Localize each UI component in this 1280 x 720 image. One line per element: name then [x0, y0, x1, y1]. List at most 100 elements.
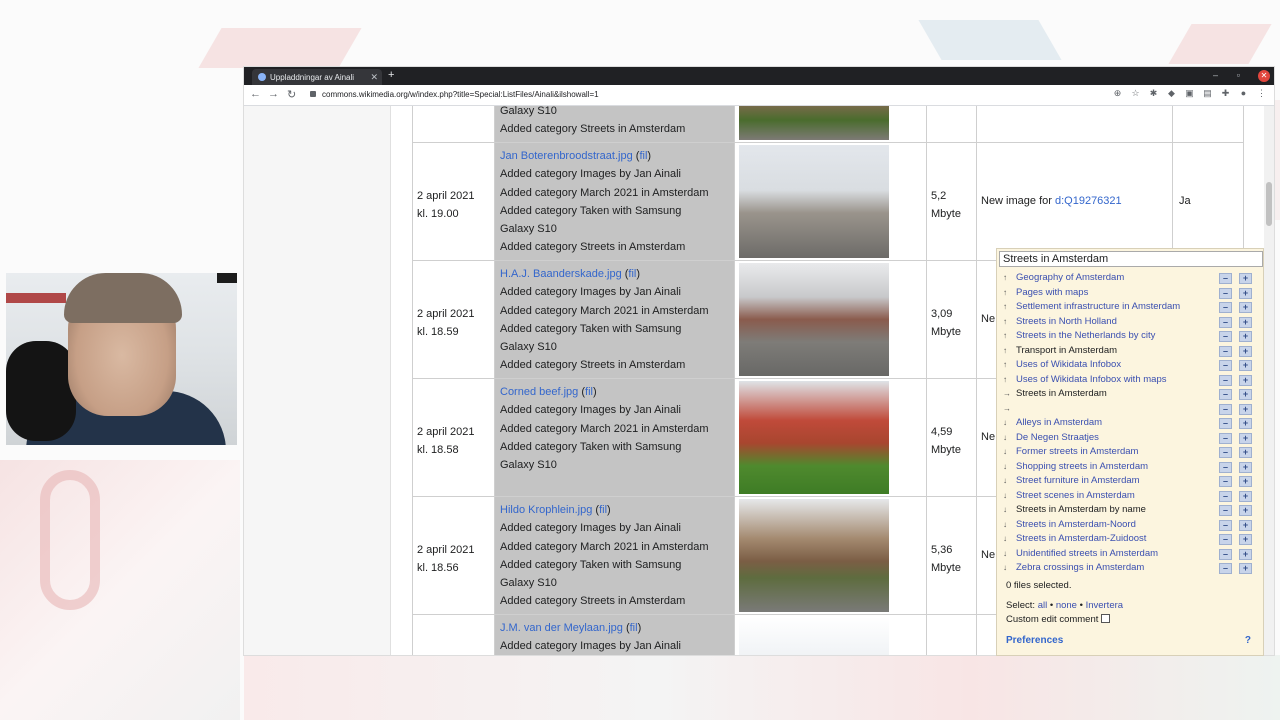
- forward-arrow-icon[interactable]: →: [268, 88, 279, 100]
- add-category-button[interactable]: +: [1239, 403, 1252, 415]
- thumbnail-image[interactable]: [739, 106, 889, 140]
- category-link[interactable]: Streets in Amsterdam-Noord: [1016, 518, 1136, 533]
- add-category-button[interactable]: +: [1239, 447, 1252, 458]
- window-close-button[interactable]: ✕: [1258, 70, 1270, 82]
- file-link[interactable]: H.A.J. Baanderskade.jpg: [500, 268, 622, 280]
- category-link[interactable]: Streets in Amsterdam by name: [1016, 503, 1146, 518]
- custom-comment-checkbox[interactable]: [1101, 614, 1111, 623]
- remove-category-button[interactable]: –: [1219, 461, 1232, 473]
- remove-category-button[interactable]: –: [1219, 345, 1232, 357]
- add-category-button[interactable]: +: [1239, 287, 1252, 299]
- category-link[interactable]: Streets in the Netherlands by city: [1016, 329, 1155, 344]
- preferences-link[interactable]: Preferences: [1006, 635, 1063, 646]
- thumbnail-image[interactable]: [739, 617, 889, 655]
- category-link[interactable]: Streets in Amsterdam-Zuidoost: [1016, 532, 1146, 547]
- remove-category-button[interactable]: –: [1219, 563, 1232, 574]
- scrollbar-thumb[interactable]: [1266, 182, 1272, 226]
- remove-category-button[interactable]: –: [1219, 374, 1232, 386]
- remove-category-button[interactable]: –: [1219, 534, 1232, 545]
- add-category-button[interactable]: +: [1239, 302, 1252, 313]
- zoom-icon[interactable]: ⊕: [1113, 89, 1122, 98]
- remove-category-button[interactable]: –: [1219, 519, 1232, 531]
- extension-icon[interactable]: ▤: [1203, 89, 1212, 98]
- add-category-button[interactable]: +: [1239, 273, 1252, 284]
- category-link[interactable]: Settlement infrastructure in Amsterdam: [1016, 300, 1180, 315]
- category-link[interactable]: Geography of Amsterdam: [1016, 271, 1124, 286]
- add-category-button[interactable]: +: [1239, 519, 1252, 531]
- remove-category-button[interactable]: –: [1219, 287, 1232, 299]
- thumbnail-image[interactable]: [739, 145, 889, 258]
- category-link[interactable]: Pages with maps: [1016, 286, 1088, 301]
- category-search-input[interactable]: Streets in Amsterdam: [999, 251, 1263, 267]
- puzzle-icon[interactable]: ✚: [1221, 89, 1230, 98]
- back-arrow-icon[interactable]: ←: [250, 88, 261, 100]
- file-link[interactable]: Hildo Krophlein.jpg: [500, 504, 592, 516]
- add-category-button[interactable]: +: [1239, 345, 1252, 357]
- category-link[interactable]: Zebra crossings in Amsterdam: [1016, 561, 1144, 576]
- select-all-link[interactable]: all: [1038, 600, 1048, 611]
- thumbnail-image[interactable]: [739, 263, 889, 376]
- extension-icon[interactable]: ✱: [1149, 89, 1158, 98]
- add-category-button[interactable]: +: [1239, 389, 1252, 400]
- category-link[interactable]: De Negen Straatjes: [1016, 431, 1099, 446]
- add-category-button[interactable]: +: [1239, 331, 1252, 342]
- fil-link[interactable]: fil: [639, 150, 647, 162]
- remove-category-button[interactable]: –: [1219, 505, 1232, 516]
- remove-category-button[interactable]: –: [1219, 432, 1232, 444]
- remove-category-button[interactable]: –: [1219, 418, 1232, 429]
- minimize-button[interactable]: –: [1213, 70, 1218, 80]
- remove-category-button[interactable]: –: [1219, 316, 1232, 328]
- remove-category-button[interactable]: –: [1219, 273, 1232, 284]
- fil-link[interactable]: fil: [585, 386, 593, 398]
- help-link[interactable]: ?: [1245, 635, 1251, 646]
- category-link[interactable]: Street furniture in Amsterdam: [1016, 474, 1140, 489]
- category-link[interactable]: Uses of Wikidata Infobox: [1016, 358, 1121, 373]
- add-category-button[interactable]: +: [1239, 476, 1252, 487]
- category-link[interactable]: Unidentified streets in Amsterdam: [1016, 547, 1158, 562]
- thumbnail-image[interactable]: [739, 499, 889, 612]
- reload-icon[interactable]: ↻: [287, 88, 296, 101]
- remove-category-button[interactable]: –: [1219, 447, 1232, 458]
- remove-category-button[interactable]: –: [1219, 360, 1232, 371]
- add-category-button[interactable]: +: [1239, 432, 1252, 444]
- category-link[interactable]: Shopping streets in Amsterdam: [1016, 460, 1148, 475]
- new-tab-button[interactable]: +: [388, 69, 394, 81]
- add-category-button[interactable]: +: [1239, 490, 1252, 502]
- fil-link[interactable]: fil: [599, 504, 607, 516]
- category-link[interactable]: Alleys in Amsterdam: [1016, 416, 1102, 431]
- extension-icon[interactable]: ▣: [1185, 89, 1194, 98]
- remove-category-button[interactable]: –: [1219, 548, 1232, 560]
- add-category-button[interactable]: +: [1239, 534, 1252, 545]
- remove-category-button[interactable]: –: [1219, 476, 1232, 487]
- category-link[interactable]: Former streets in Amsterdam: [1016, 445, 1138, 460]
- url-field[interactable]: commons.wikimedia.org/w/index.php?title=…: [310, 90, 599, 99]
- select-none-link[interactable]: none: [1056, 600, 1077, 611]
- category-link[interactable]: Street scenes in Amsterdam: [1016, 489, 1135, 504]
- tab-close-icon[interactable]: ✕: [370, 72, 378, 83]
- extension-icon[interactable]: ◆: [1167, 89, 1176, 98]
- category-link[interactable]: Transport in Amsterdam: [1016, 344, 1117, 359]
- wikidata-link[interactable]: d:Q19276321: [1055, 195, 1122, 207]
- file-link[interactable]: J.M. van der Meylaan.jpg: [500, 622, 623, 634]
- bookmark-star-icon[interactable]: ☆: [1131, 89, 1140, 98]
- add-category-button[interactable]: +: [1239, 461, 1252, 473]
- remove-category-button[interactable]: –: [1219, 403, 1232, 415]
- thumbnail-image[interactable]: [739, 381, 889, 494]
- file-link[interactable]: Jan Boterenbroodstraat.jpg: [500, 150, 633, 162]
- profile-icon[interactable]: ●: [1239, 89, 1248, 98]
- page-scrollbar[interactable]: [1264, 106, 1274, 655]
- fil-link[interactable]: fil: [630, 622, 638, 634]
- remove-category-button[interactable]: –: [1219, 302, 1232, 313]
- remove-category-button[interactable]: –: [1219, 331, 1232, 342]
- category-link[interactable]: Streets in North Holland: [1016, 315, 1117, 330]
- remove-category-button[interactable]: –: [1219, 490, 1232, 502]
- maximize-button[interactable]: ▫: [1237, 70, 1240, 80]
- add-category-button[interactable]: +: [1239, 360, 1252, 371]
- menu-kebab-icon[interactable]: ⋮: [1257, 89, 1266, 98]
- add-category-button[interactable]: +: [1239, 418, 1252, 429]
- invert-selection-link[interactable]: Invertera: [1086, 600, 1124, 611]
- category-link[interactable]: Uses of Wikidata Infobox with maps: [1016, 373, 1166, 388]
- remove-category-button[interactable]: –: [1219, 389, 1232, 400]
- add-category-button[interactable]: +: [1239, 374, 1252, 386]
- browser-tab[interactable]: Uppladdningar av Ainali ✕: [252, 69, 382, 85]
